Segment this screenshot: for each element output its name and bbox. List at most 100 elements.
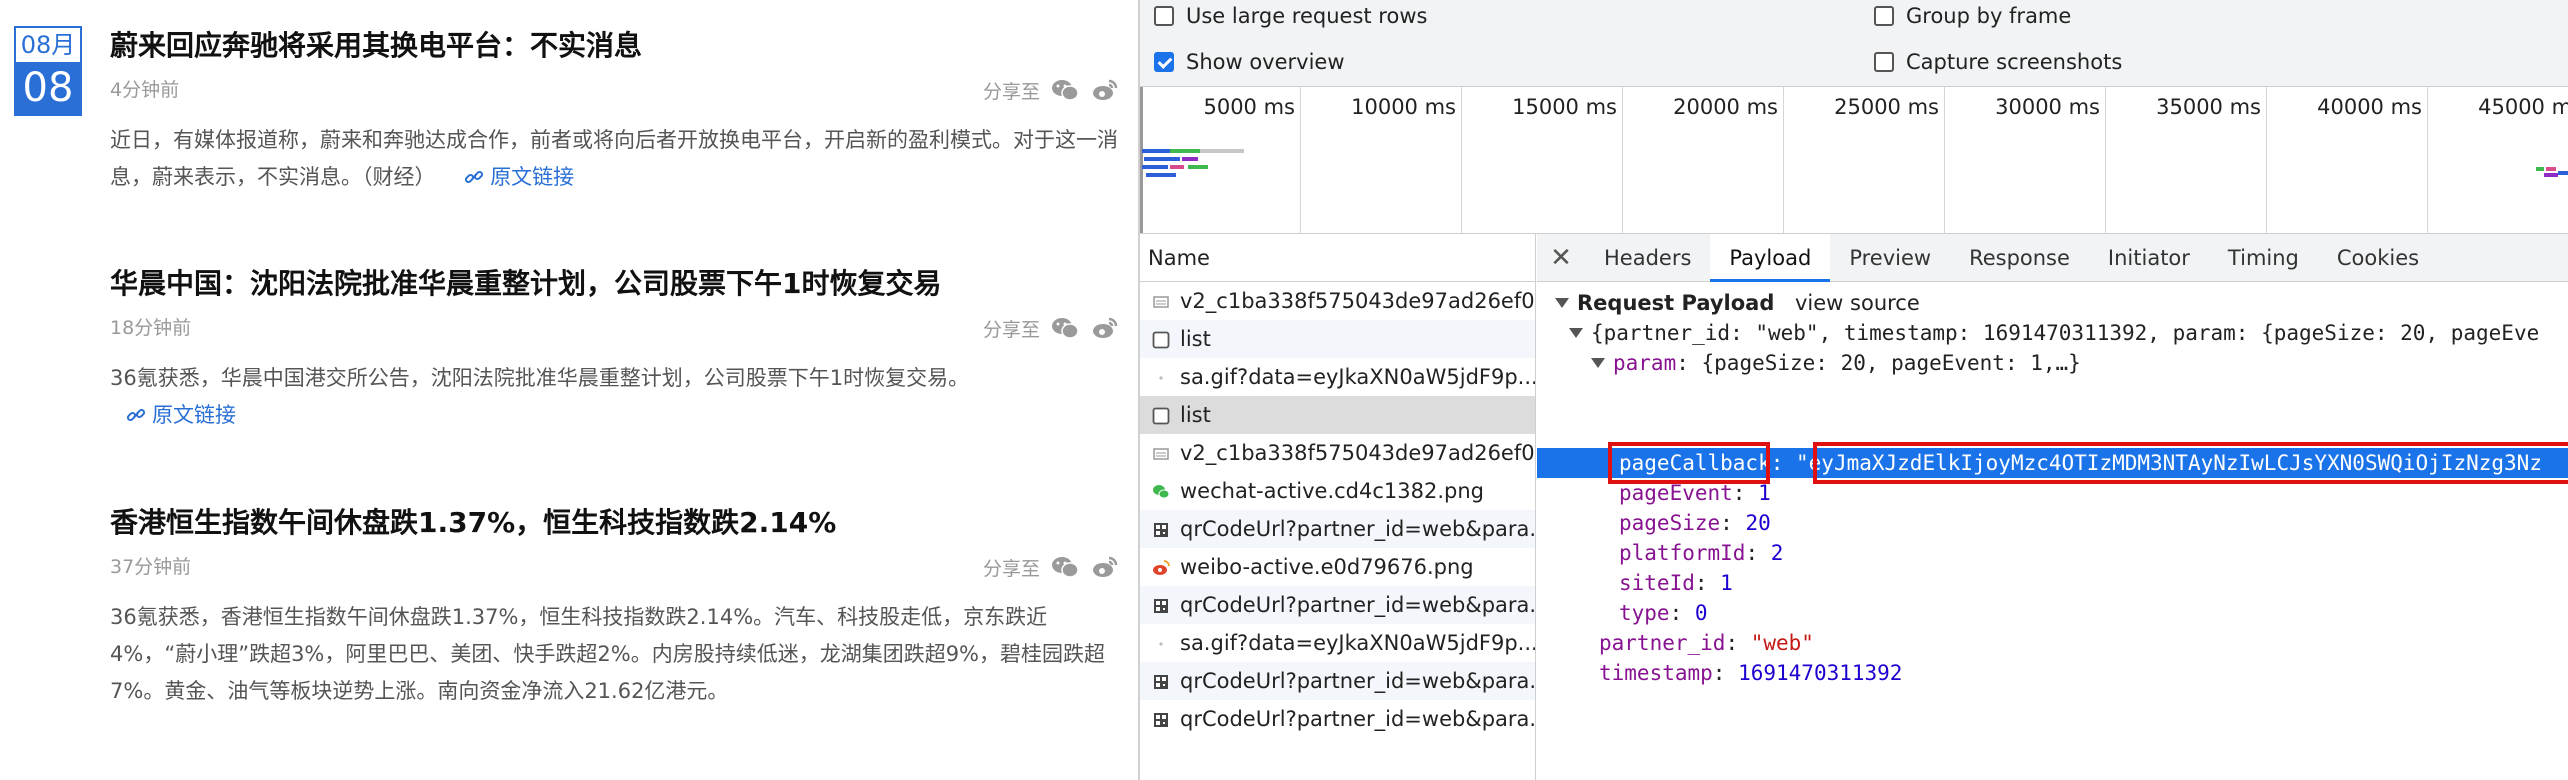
news-article: 蔚来回应奔驰将采用其换电平台：不实消息 4分钟前 分享至 近日，有媒体报道称，蔚… [110, 26, 1120, 196]
group-by-frame-checkbox[interactable] [1874, 6, 1894, 26]
weibo-share-icon[interactable] [1090, 77, 1120, 103]
tab-timing[interactable]: Timing [2209, 234, 2318, 282]
timeline-bar [1188, 165, 1208, 169]
page-size-row[interactable]: pageSize: 20 [1619, 508, 1771, 538]
checkbox-icon [1152, 406, 1170, 425]
document-icon [1152, 444, 1170, 462]
request-payload-header[interactable]: Request Payload [1555, 288, 1774, 318]
request-row[interactable]: sa.gif?data=eyJkaXN0aW5jdF9p... [1140, 624, 1535, 662]
name-column-header[interactable]: Name [1140, 234, 1535, 282]
tab-preview[interactable]: Preview [1830, 234, 1950, 282]
request-row[interactable]: qrCodeUrl?partner_id=web&para... [1140, 700, 1535, 738]
request-name: wechat-active.cd4c1382.png [1180, 479, 1485, 503]
large-rows-option[interactable]: Use large request rows [1154, 4, 1427, 28]
tab-response[interactable]: Response [1950, 234, 2089, 282]
payload-view: Request Payload view source {partner_id:… [1537, 282, 2568, 780]
timeline-tick: 40000 ms [2317, 87, 2428, 233]
qr-icon [1152, 596, 1170, 614]
capture-screenshots-label: Capture screenshots [1906, 50, 2123, 74]
site-id-row[interactable]: siteId: 1 [1619, 568, 1733, 598]
wechat-share-icon[interactable] [1050, 77, 1080, 103]
wechat-image-icon [1152, 482, 1170, 500]
tab-initiator[interactable]: Initiator [2089, 234, 2209, 282]
details-tabbar: ✕ Headers Payload Preview Response Initi… [1537, 233, 2568, 282]
partner-id-row[interactable]: partner_id: "web" [1599, 628, 1814, 658]
collapse-triangle-icon[interactable] [1555, 298, 1569, 308]
timeline-start-handle[interactable] [1140, 87, 1143, 233]
payload-root-node[interactable]: {partner_id: "web", timestamp: 169147031… [1569, 318, 2539, 348]
source-link-label: 原文链接 [490, 165, 575, 189]
capture-screenshots-checkbox[interactable] [1874, 52, 1894, 72]
article-meta: 4分钟前 分享至 [110, 72, 1120, 108]
request-name: weibo-active.e0d79676.png [1180, 555, 1474, 579]
article-title[interactable]: 香港恒生指数午间休盘跌1.37%，恒生科技指数跌2.14% [110, 503, 1120, 543]
article-title[interactable]: 华晨中国：沈阳法院批准华晨重整计划，公司股票下午1时恢复交易 [110, 264, 1120, 304]
request-details: ✕ Headers Payload Preview Response Initi… [1537, 233, 2568, 780]
request-row[interactable]: wechat-active.cd4c1382.png [1140, 472, 1535, 510]
tab-payload[interactable]: Payload [1710, 233, 1831, 282]
payload-root-summary: {partner_id: "web", timestamp: 169147031… [1591, 321, 2540, 345]
timestamp-row[interactable]: timestamp: 1691470311392 [1599, 658, 1902, 688]
timeline-bar [1146, 173, 1176, 177]
page-event-row[interactable]: pageEvent: 1 [1619, 478, 1771, 508]
article-meta: 18分钟前 分享至 [110, 310, 1120, 346]
article-time: 4分钟前 [110, 79, 180, 101]
tab-cookies[interactable]: Cookies [2318, 234, 2438, 282]
timeline-tick: 15000 ms [1512, 87, 1623, 233]
request-row[interactable]: sa.gif?data=eyJkaXN0aW5jdF9p... [1140, 358, 1535, 396]
timeline-bar [1182, 157, 1198, 161]
tab-headers[interactable]: Headers [1585, 234, 1710, 282]
group-by-frame-option[interactable]: Group by frame [1874, 4, 2071, 28]
source-link-label: 原文链接 [152, 403, 236, 427]
platform-id-row[interactable]: platformId: 2 [1619, 538, 1783, 568]
network-overview-timeline[interactable]: 5000 ms 10000 ms 15000 ms 20000 ms 25000… [1140, 86, 2568, 234]
article-title[interactable]: 蔚来回应奔驰将采用其换电平台：不实消息 [110, 26, 1120, 66]
share-label: 分享至 [982, 80, 1040, 103]
large-rows-checkbox[interactable] [1154, 6, 1174, 26]
show-overview-checkbox[interactable] [1154, 52, 1174, 72]
timeline-bar [2544, 173, 2558, 177]
wechat-share-icon[interactable] [1050, 554, 1080, 580]
devtools-network-panel: Use large request rows Show overview Gro… [1140, 0, 2568, 780]
request-row[interactable]: list [1140, 320, 1535, 358]
news-article: 华晨中国：沈阳法院批准华晨重整计划，公司股票下午1时恢复交易 18分钟前 分享至… [110, 264, 1120, 434]
capture-screenshots-option[interactable]: Capture screenshots [1874, 50, 2122, 74]
type-row[interactable]: type: 0 [1619, 598, 1708, 628]
timeline-tick: 20000 ms [1673, 87, 1784, 233]
request-row[interactable]: v2_c1ba338f575043de97ad26ef0... [1140, 282, 1535, 320]
request-row[interactable]: list [1140, 396, 1535, 434]
wechat-share-icon[interactable] [1050, 315, 1080, 341]
close-icon[interactable]: ✕ [1537, 243, 1585, 273]
highlight-box-value [1813, 442, 2568, 484]
timeline-bar [1142, 165, 1168, 169]
qr-icon [1152, 710, 1170, 728]
view-source-link[interactable]: view source [1795, 288, 1920, 318]
source-link[interactable]: 原文链接 [126, 403, 236, 427]
qr-icon [1152, 672, 1170, 690]
request-row[interactable]: qrCodeUrl?partner_id=web&para... [1140, 662, 1535, 700]
news-article: 香港恒生指数午间休盘跌1.37%，恒生科技指数跌2.14% 37分钟前 分享至 … [110, 503, 1120, 710]
article-time: 18分钟前 [110, 317, 192, 339]
show-overview-label: Show overview [1186, 50, 1345, 74]
share-label: 分享至 [982, 557, 1040, 580]
source-link[interactable]: 原文链接 [464, 165, 574, 189]
payload-param-node[interactable]: param: {pageSize: 20, pageEvent: 1,…} [1591, 348, 2081, 378]
timeline-bar [1144, 157, 1180, 161]
weibo-share-icon[interactable] [1090, 315, 1120, 341]
show-overview-option[interactable]: Show overview [1154, 50, 1345, 74]
request-row[interactable]: qrCodeUrl?partner_id=web&para... [1140, 510, 1535, 548]
collapse-triangle-icon[interactable] [1591, 358, 1605, 368]
date-month: 08月 [16, 28, 80, 62]
weibo-share-icon[interactable] [1090, 554, 1120, 580]
request-row[interactable]: qrCodeUrl?partner_id=web&para... [1140, 586, 1535, 624]
collapse-triangle-icon[interactable] [1569, 328, 1583, 338]
timeline-tick: 10000 ms [1351, 87, 1462, 233]
request-row[interactable]: weibo-active.e0d79676.png [1140, 548, 1535, 586]
large-rows-label: Use large request rows [1186, 4, 1428, 28]
weibo-image-icon [1152, 558, 1170, 576]
article-body-text: 近日，有媒体报道称，蔚来和奔驰达成合作，前者或将向后者开放换电平台，开启新的盈利… [110, 128, 1118, 189]
article-body: 36氪获悉，香港恒生指数午间休盘跌1.37%，恒生科技指数跌2.14%。汽车、科… [110, 605, 1106, 703]
request-row[interactable]: v2_c1ba338f575043de97ad26ef0... [1140, 434, 1535, 472]
request-name: list [1180, 327, 1211, 351]
share-bar: 分享至 [983, 72, 1120, 108]
